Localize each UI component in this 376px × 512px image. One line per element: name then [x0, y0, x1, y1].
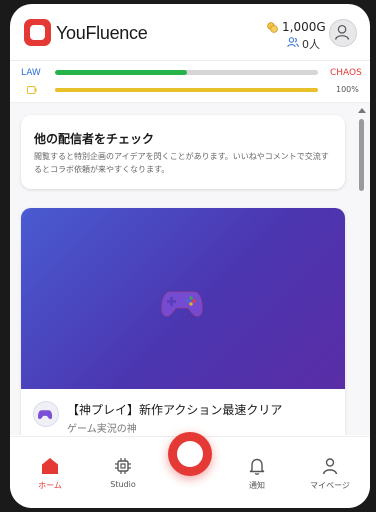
avatar[interactable] — [329, 19, 357, 47]
app-header: YouFluence 1,000G 0人 — [10, 4, 370, 60]
nav-item-notifications[interactable]: 通知 — [227, 437, 287, 508]
user-avatar-icon — [334, 24, 350, 40]
follower-count: 0人 — [302, 38, 320, 51]
nav-label-mypage: マイページ — [310, 481, 350, 490]
nav-label-home: ホーム — [38, 481, 62, 490]
user-icon — [322, 458, 338, 475]
energy-bar-fill — [55, 88, 318, 92]
channel-name[interactable]: ゲーム実況の神 — [67, 420, 137, 435]
logo-icon[interactable] — [24, 19, 51, 46]
coin-balance: 1,000G — [282, 20, 326, 34]
feed[interactable]: 他の配信者をチェック 閲覧すると特別企画のアイデアを閃くことがあります。いいねや… — [10, 103, 370, 435]
coin-icon — [267, 22, 278, 33]
header-divider — [10, 60, 370, 61]
scrollbar-thumb[interactable] — [359, 119, 364, 191]
record-button[interactable] — [168, 432, 212, 476]
nav-item-mypage[interactable]: マイページ — [300, 437, 360, 508]
nav-label-studio: Studio — [110, 480, 136, 489]
channel-avatar[interactable] — [33, 401, 59, 427]
discover-description: 閲覧すると特別企画のアイデアを閃くことがあります。いいねやコメントで交流するとコ… — [34, 152, 329, 174]
scroll-up-arrow[interactable] — [358, 108, 366, 113]
video-card[interactable]: 【神プレイ】新作アクション最速クリア ゲーム実況の神 — [21, 208, 345, 435]
users-icon — [287, 37, 299, 48]
discover-title: 他の配信者をチェック — [34, 132, 155, 146]
law-label: LAW — [21, 68, 41, 78]
chip-icon — [115, 458, 131, 474]
chaos-label: CHAOS — [330, 68, 362, 78]
nav-item-studio[interactable]: Studio — [93, 437, 153, 508]
home-icon — [42, 458, 58, 474]
alignment-bar-fill — [55, 70, 187, 75]
video-thumbnail[interactable] — [21, 208, 345, 389]
nav-item-home[interactable]: ホーム — [20, 437, 80, 508]
discover-card[interactable]: 他の配信者をチェック 閲覧すると特別企画のアイデアを閃くことがあります。いいねや… — [21, 115, 345, 189]
app-frame: YouFluence 1,000G 0人 LAW CHAOS 100% 他の配信… — [10, 4, 370, 508]
video-title[interactable]: 【神プレイ】新作アクション最速クリア — [67, 401, 282, 418]
gamepad-small-icon — [38, 410, 53, 420]
brand-name: YouFluence — [56, 23, 148, 43]
nav-label-notifications: 通知 — [249, 481, 265, 490]
energy-bar — [55, 88, 318, 92]
energy-percent: 100% — [336, 85, 359, 94]
bell-icon — [249, 458, 265, 475]
gamepad-icon — [161, 291, 203, 317]
battery-icon — [27, 86, 37, 94]
alignment-bar — [55, 70, 318, 75]
